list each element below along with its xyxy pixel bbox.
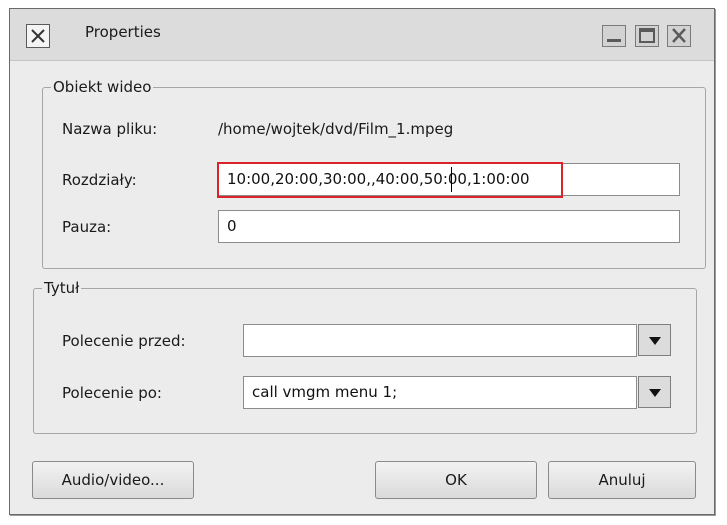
chevron-down-icon	[649, 389, 661, 397]
text-caret	[451, 167, 452, 192]
filename-value: /home/wojtek/dvd/Film_1.mpeg	[218, 120, 454, 138]
audio-video-button[interactable]: Audio/video...	[32, 461, 194, 499]
title-group: Tytuł	[33, 279, 697, 434]
ok-button[interactable]: OK	[375, 461, 537, 499]
title-legend: Tytuł	[42, 279, 82, 297]
properties-dialog: Properties Obiekt wideo Nazwa pliku: /ho…	[9, 8, 715, 515]
filename-label: Nazwa pliku:	[62, 120, 158, 138]
window-title: Properties	[85, 23, 161, 41]
post-command-dropdown-button[interactable]	[638, 376, 671, 408]
cancel-button[interactable]: Anuluj	[548, 461, 696, 499]
pause-label: Pauza:	[62, 218, 112, 236]
x-icon[interactable]	[26, 24, 50, 48]
pre-command-label: Polecenie przed:	[62, 332, 186, 350]
post-command-label: Polecenie po:	[62, 384, 162, 402]
pause-input[interactable]: 0	[218, 210, 680, 243]
chapters-input[interactable]: 10:00,20:00,30:00,,40:00,50:00,1:00:00	[218, 163, 680, 196]
title-bar[interactable]: Properties	[10, 9, 714, 61]
pre-command-dropdown-button[interactable]	[638, 324, 671, 356]
post-command-combo[interactable]: call vmgm menu 1;	[243, 376, 637, 409]
pre-command-combo[interactable]	[243, 324, 637, 357]
close-icon[interactable]	[667, 25, 691, 47]
video-object-legend: Obiekt wideo	[51, 78, 154, 96]
maximize-icon[interactable]	[635, 25, 659, 47]
chapters-label: Rozdziały:	[62, 171, 137, 189]
minimize-icon[interactable]	[602, 25, 626, 47]
chevron-down-icon	[649, 337, 661, 345]
